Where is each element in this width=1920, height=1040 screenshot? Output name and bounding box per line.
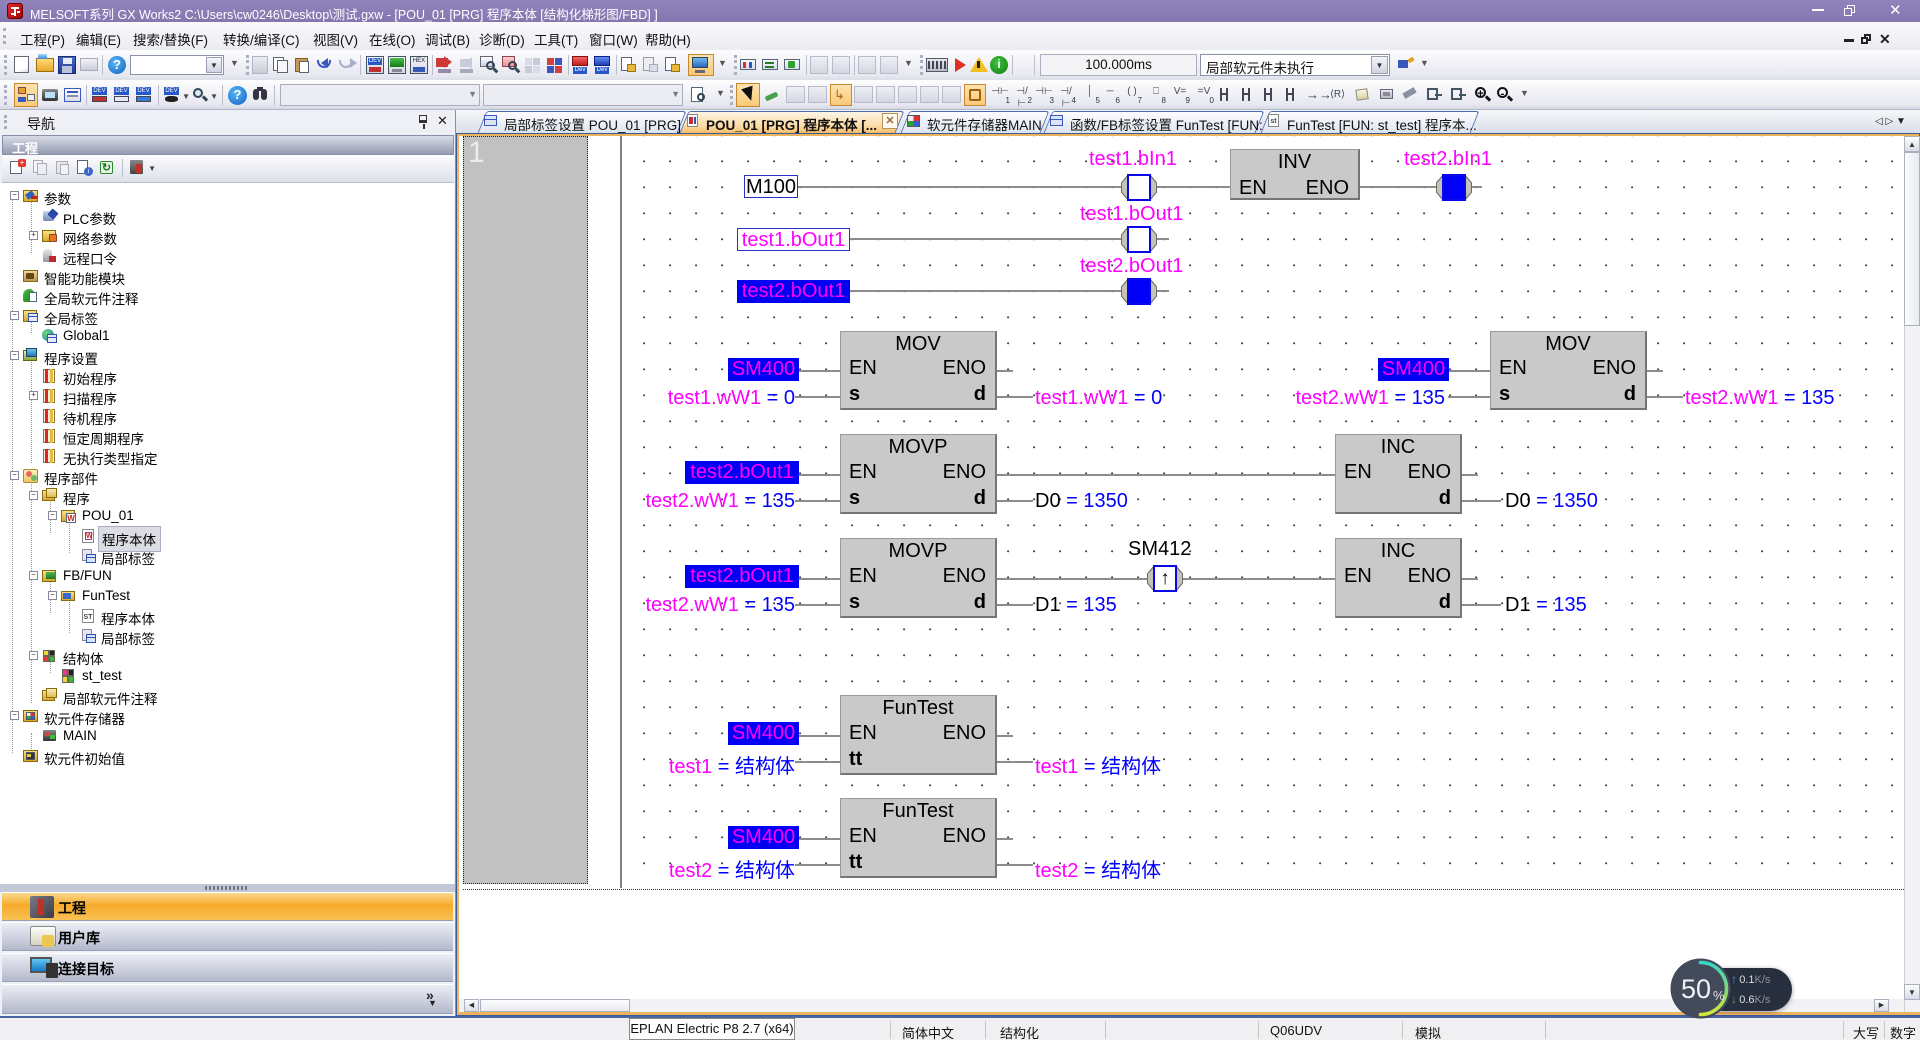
svg-text:%: % <box>1713 988 1725 1003</box>
svg-text:50: 50 <box>1681 974 1711 1004</box>
